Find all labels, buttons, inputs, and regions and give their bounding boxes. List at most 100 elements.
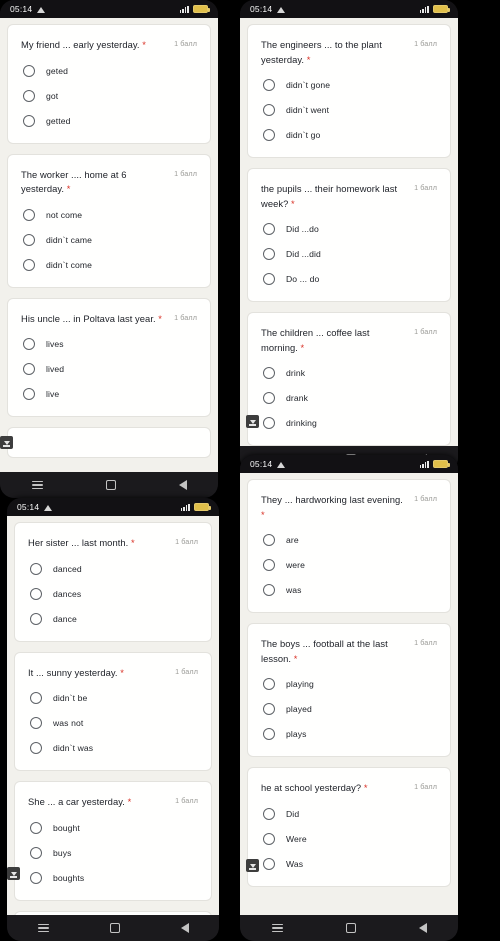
option-row[interactable]: played	[263, 703, 437, 716]
radio-icon[interactable]	[263, 728, 275, 741]
option-row[interactable]: Did ...do	[263, 223, 437, 236]
radio-icon[interactable]	[30, 562, 42, 575]
option-row[interactable]: drank	[263, 392, 437, 405]
recents-icon[interactable]	[37, 923, 49, 933]
radio-icon[interactable]	[30, 821, 42, 834]
option-row[interactable]: Did ...did	[263, 248, 437, 261]
radio-icon[interactable]	[23, 208, 35, 221]
home-icon[interactable]	[105, 480, 116, 490]
home-icon[interactable]	[345, 923, 356, 933]
option-row[interactable]: geted	[23, 64, 197, 77]
recents-icon[interactable]	[31, 480, 43, 490]
radio-icon[interactable]	[263, 703, 275, 716]
status-time: 05:14	[250, 4, 273, 14]
option-row[interactable]: Do ... do	[263, 273, 437, 286]
radio-icon[interactable]	[30, 871, 42, 884]
radio-icon[interactable]	[263, 417, 275, 430]
radio-icon[interactable]	[23, 338, 35, 351]
option-row[interactable]: plays	[263, 728, 437, 741]
option-row[interactable]: danced	[30, 562, 198, 575]
option-row[interactable]: didn`t came	[23, 233, 197, 246]
radio-icon[interactable]	[23, 233, 35, 246]
option-row[interactable]: lives	[23, 338, 197, 351]
option-row[interactable]: didn`t come	[23, 258, 197, 271]
option-row[interactable]: didn`t gone	[263, 79, 437, 92]
option-row[interactable]: not come	[23, 208, 197, 221]
status-bar-right	[180, 503, 211, 511]
form-body[interactable]: The engineers ... to the plant yesterday…	[240, 18, 458, 446]
option-row[interactable]: bought	[30, 821, 198, 834]
option-row[interactable]: are	[263, 534, 437, 547]
radio-icon[interactable]	[23, 64, 35, 77]
radio-icon[interactable]	[30, 717, 42, 730]
radio-icon[interactable]	[263, 584, 275, 597]
option-row[interactable]: drink	[263, 367, 437, 380]
option-label: Did	[286, 808, 300, 819]
radio-icon[interactable]	[23, 388, 35, 401]
radio-icon[interactable]	[30, 612, 42, 625]
option-row[interactable]: didn`t was	[30, 742, 198, 755]
screenshot-save-icon[interactable]	[0, 436, 13, 449]
option-row[interactable]: buys	[30, 846, 198, 859]
radio-icon[interactable]	[30, 846, 42, 859]
option-row[interactable]: were	[263, 559, 437, 572]
option-row[interactable]: live	[23, 388, 197, 401]
radio-icon[interactable]	[263, 857, 275, 870]
option-row[interactable]: didn`t be	[30, 692, 198, 705]
recents-icon[interactable]	[271, 923, 283, 933]
radio-icon[interactable]	[263, 832, 275, 845]
option-row[interactable]: getted	[23, 114, 197, 127]
form-body[interactable]: My friend ... early yesterday. * 1 балл …	[0, 18, 218, 472]
phone-screen-top-right: 05:14 The engineers ... to the plant yes…	[240, 0, 458, 472]
radio-icon[interactable]	[263, 223, 275, 236]
radio-icon[interactable]	[23, 89, 35, 102]
option-row[interactable]: didn`t go	[263, 129, 437, 142]
option-label: boughts	[53, 872, 85, 883]
screenshot-save-icon[interactable]	[246, 415, 259, 428]
option-row[interactable]: dance	[30, 612, 198, 625]
radio-icon[interactable]	[263, 129, 275, 142]
radio-icon[interactable]	[263, 392, 275, 405]
option-row[interactable]: boughts	[30, 871, 198, 884]
option-row[interactable]: playing	[263, 678, 437, 691]
question-card: They ... hardworking last 1 балл	[14, 910, 212, 915]
back-icon[interactable]	[180, 923, 189, 933]
radio-icon[interactable]	[30, 692, 42, 705]
radio-icon[interactable]	[263, 534, 275, 547]
form-body[interactable]: Her sister ... last month. * 1 балл danc…	[7, 516, 219, 915]
home-icon[interactable]	[109, 923, 120, 933]
option-row[interactable]: Was	[263, 857, 437, 870]
navigation-bar[interactable]	[240, 915, 458, 941]
radio-icon[interactable]	[23, 258, 35, 271]
option-row[interactable]: didn`t went	[263, 104, 437, 117]
option-row[interactable]: Were	[263, 832, 437, 845]
screenshot-save-icon[interactable]	[246, 859, 259, 872]
option-row[interactable]: drinking	[263, 417, 437, 430]
radio-icon[interactable]	[263, 273, 275, 286]
screenshot-save-icon[interactable]	[7, 867, 20, 880]
radio-icon[interactable]	[30, 587, 42, 600]
radio-icon[interactable]	[263, 367, 275, 380]
option-row[interactable]: was	[263, 584, 437, 597]
question-card: His uncle ... in Poltava last year. * 1 …	[7, 297, 211, 418]
radio-icon[interactable]	[263, 559, 275, 572]
navigation-bar[interactable]	[7, 915, 219, 941]
option-row[interactable]: lived	[23, 363, 197, 376]
radio-icon[interactable]	[23, 114, 35, 127]
radio-icon[interactable]	[30, 742, 42, 755]
option-row[interactable]: got	[23, 89, 197, 102]
navigation-bar[interactable]	[0, 472, 218, 498]
form-body[interactable]: They ... hardworking last evening. * 1 б…	[240, 473, 458, 915]
back-icon[interactable]	[418, 923, 427, 933]
radio-icon[interactable]	[263, 678, 275, 691]
back-icon[interactable]	[178, 480, 187, 490]
radio-icon[interactable]	[263, 104, 275, 117]
required-marker: *	[130, 537, 135, 548]
option-row[interactable]: dances	[30, 587, 198, 600]
option-row[interactable]: Did	[263, 807, 437, 820]
radio-icon[interactable]	[23, 363, 35, 376]
radio-icon[interactable]	[263, 248, 275, 261]
radio-icon[interactable]	[263, 79, 275, 92]
radio-icon[interactable]	[263, 807, 275, 820]
option-row[interactable]: was not	[30, 717, 198, 730]
